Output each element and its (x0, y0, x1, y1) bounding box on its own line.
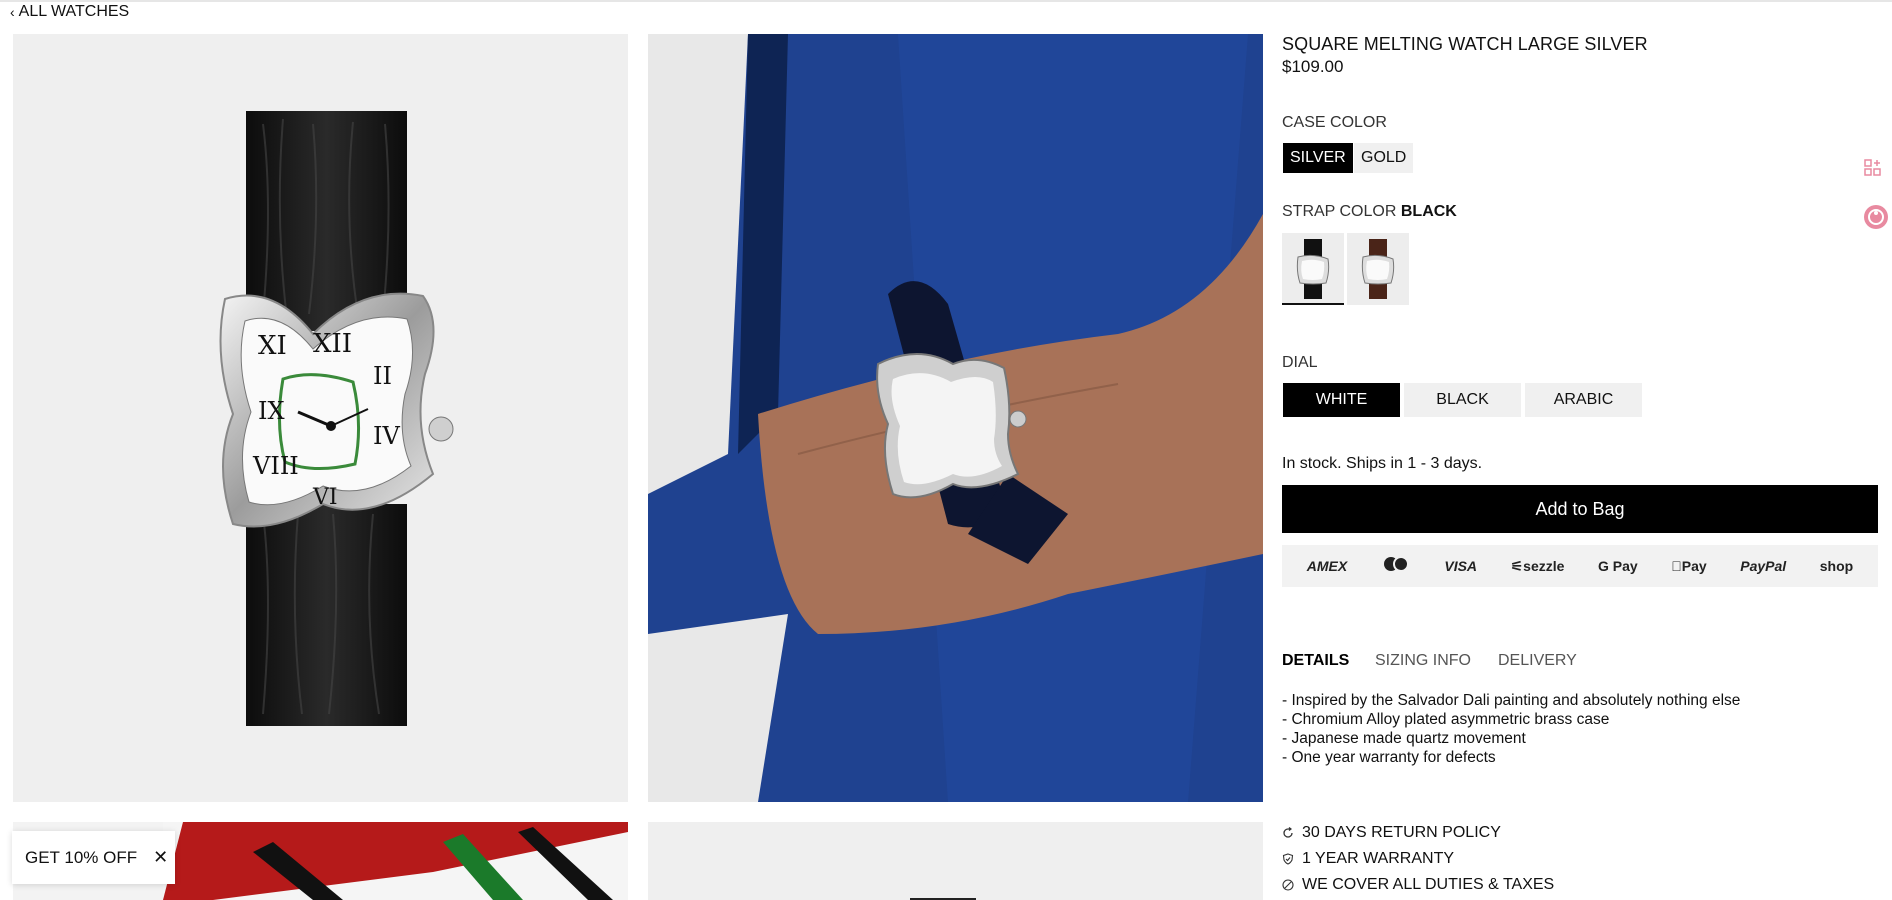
stock-status: In stock. Ships in 1 - 3 days. (1282, 455, 1483, 472)
strap-color-label: STRAP COLOR BLACK (1282, 203, 1457, 221)
apple-pay-icon: Pay (1671, 558, 1706, 574)
svg-text:II: II (373, 362, 392, 390)
google-pay-icon: G Pay (1597, 558, 1638, 574)
list-item: Chromium Alloy plated asymmetric brass c… (1282, 710, 1740, 729)
back-to-all-watches-link[interactable]: ‹ ALL WATCHES (10, 3, 129, 21)
policy-label: WE COVER ALL DUTIES & TAXES (1302, 876, 1555, 893)
shop-pay-icon: shop (1819, 558, 1853, 574)
strap-swatch-brown[interactable] (1347, 233, 1409, 305)
policy-duties: WE COVER ALL DUTIES & TAXES (1282, 876, 1554, 894)
product-image-4[interactable] (648, 822, 1263, 900)
discount-promo-popup[interactable]: GET 10% OFF ✕ (12, 831, 175, 884)
list-item: Japanese made quartz movement (1282, 729, 1740, 748)
top-divider (0, 0, 1892, 2)
svg-text:IX: IX (258, 397, 285, 425)
product-price: $109.00 (1282, 57, 1344, 76)
add-to-bag-button[interactable]: Add to Bag (1282, 485, 1878, 533)
visa-icon: VISA (1444, 558, 1478, 574)
paypal-icon: PayPal (1738, 558, 1786, 574)
product-title: SQUARE MELTING WATCH LARGE SILVER (1282, 34, 1648, 54)
case-color-gold-chip[interactable]: GOLD (1354, 143, 1414, 173)
chevron-left-icon: ‹ (10, 4, 15, 20)
svg-text:XI: XI (258, 331, 287, 361)
shield-check-icon (1282, 853, 1294, 865)
tab-delivery[interactable]: DELIVERY (1498, 652, 1577, 670)
case-color-label: CASE COLOR (1282, 114, 1387, 131)
dial-white-button[interactable]: WHITE (1283, 383, 1400, 417)
refresh-icon (1283, 827, 1293, 838)
dial-label: DIAL (1282, 354, 1318, 371)
payment-methods: AMEX VISA ⚟sezzle G Pay Pay PayPal shop (1282, 545, 1878, 587)
no-fee-icon (1282, 879, 1294, 891)
strap-color-selected-value: BLACK (1400, 203, 1457, 220)
amex-icon: AMEX (1306, 558, 1348, 574)
accessibility-icon[interactable] (1862, 203, 1888, 229)
svg-text:XII: XII (313, 329, 352, 359)
svg-text:VI: VI (312, 485, 338, 510)
policy-warranty: 1 YEAR WARRANTY (1282, 850, 1454, 868)
svg-text:IV: IV (373, 422, 400, 450)
brown-strap-watch-thumbnail (1361, 239, 1395, 299)
details-list: Inspired by the Salvador Dali painting a… (1282, 691, 1740, 767)
tab-details[interactable]: DETAILS (1282, 652, 1349, 670)
back-link-label: ALL WATCHES (18, 3, 130, 20)
image-4-partial-illustration (910, 898, 976, 900)
tab-sizing-info[interactable]: SIZING INFO (1375, 652, 1471, 670)
strap-swatch-black[interactable] (1282, 233, 1344, 305)
watch-lifestyle-illustration (648, 34, 1263, 802)
list-item: One year warranty for defects (1282, 748, 1740, 767)
list-item: Inspired by the Salvador Dali painting a… (1282, 691, 1740, 710)
policy-returns: 30 DAYS RETURN POLICY (1282, 824, 1501, 842)
product-image-lifestyle[interactable] (648, 34, 1263, 802)
product-image-studio[interactable]: XI XII II IV VIII IX VI (13, 34, 628, 802)
dial-arabic-button[interactable]: ARABIC (1525, 383, 1642, 417)
close-icon[interactable]: ✕ (153, 847, 168, 868)
sezzle-icon: ⚟sezzle (1510, 557, 1565, 574)
mastercard-icon (1381, 555, 1411, 577)
svg-text:VIII: VIII (252, 452, 299, 480)
dial-black-button[interactable]: BLACK (1404, 383, 1521, 417)
watch-studio-illustration: XI XII II IV VIII IX VI (219, 111, 454, 726)
strap-color-label-text: STRAP COLOR (1282, 203, 1397, 220)
black-strap-watch-thumbnail (1296, 239, 1330, 299)
widget-apps-icon[interactable] (1862, 157, 1884, 179)
policy-label: 30 DAYS RETURN POLICY (1302, 824, 1501, 841)
promo-label[interactable]: GET 10% OFF (25, 848, 137, 868)
case-color-silver-chip[interactable]: SILVER (1283, 143, 1353, 173)
policy-label: 1 YEAR WARRANTY (1302, 850, 1455, 867)
